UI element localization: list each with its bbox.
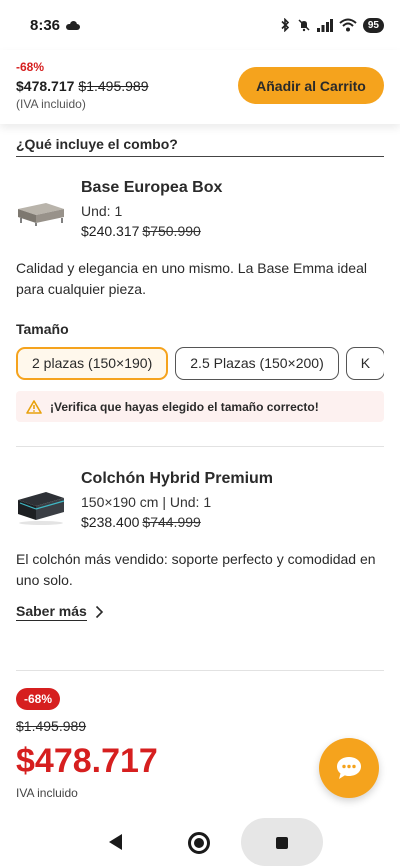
size-warning: ¡Verifica que hayas elegido el tamaño co… [16, 391, 384, 422]
summary-price: $478.717 [16, 742, 158, 780]
system-nav-bar [0, 812, 400, 866]
size-selector: 2 plazas (150×190) 2.5 Plazas (150×200) K [16, 347, 384, 381]
product-current-price: $240.317 [81, 223, 140, 239]
chat-icon [337, 757, 361, 779]
old-price: $1.495.989 [78, 78, 149, 94]
warning-icon [26, 399, 42, 414]
product-price: $238.400 $744.999 [81, 514, 273, 530]
recents-icon [276, 837, 288, 849]
status-icons: 95 [279, 17, 384, 33]
divider [16, 670, 384, 671]
chevron-right-icon [95, 605, 103, 619]
size-option-2-5-plazas[interactable]: 2.5 Plazas (150×200) [175, 347, 339, 380]
product-base-europea[interactable]: Base Europea Box Und: 1 $240.317 $750.990 [16, 179, 384, 243]
bluetooth-icon [281, 18, 290, 32]
product-colchon-hybrid[interactable]: Colchón Hybrid Premium 150×190 cm | Und:… [16, 470, 384, 534]
combo-heading: ¿Qué incluye el combo? [16, 136, 384, 157]
status-bar: 8:36 95 [0, 0, 400, 50]
product-description: Calidad y elegancia en uno mismo. La Bas… [16, 260, 367, 297]
product-current-price: $238.400 [81, 514, 140, 530]
product-old-price: $744.999 [142, 514, 201, 530]
status-time: 8:36 [30, 16, 61, 34]
product-quantity: Und: 1 [81, 203, 123, 219]
discount-label: -68% [16, 60, 45, 74]
battery-icon: 95 [362, 17, 384, 33]
add-to-cart-button[interactable]: Añadir al Carrito [238, 67, 384, 104]
product-info: Base Europea Box Und: 1 $240.317 $750.990 [81, 179, 222, 239]
price-row: $478.717 $1.495.989 [16, 78, 148, 94]
mattress-image [18, 492, 65, 525]
saber-mas-link[interactable]: Saber más [16, 603, 104, 621]
product-old-price: $750.990 [142, 223, 201, 239]
product-title: Base Europea Box [81, 179, 223, 196]
iva-note: (IVA incluido) [16, 97, 86, 111]
product-price: $240.317 $750.990 [81, 223, 222, 239]
summary-iva: IVA incluido [16, 786, 78, 800]
cloud-icon [66, 20, 81, 30]
product-description: El colchón más vendido: soporte perfecto… [16, 551, 376, 588]
size-option-king[interactable]: K [345, 347, 384, 380]
sticky-purchase-bar: -68% $478.717 $1.495.989 (IVA incluido) A… [0, 50, 400, 124]
home-icon[interactable] [188, 832, 210, 854]
bed-base-image [18, 203, 64, 226]
signal-icon [316, 18, 333, 32]
product-size-quantity: 150×190 cm | Und: 1 [81, 494, 212, 510]
saber-mas-label: Saber más [16, 603, 87, 621]
summary-old-price: $1.495.989 [16, 718, 87, 734]
size-option-2-plazas[interactable]: 2 plazas (150×190) [16, 347, 169, 380]
product-title: Colchón Hybrid Premium [81, 470, 274, 487]
chat-button[interactable] [319, 738, 379, 798]
divider [16, 446, 384, 447]
product-info: Colchón Hybrid Premium 150×190 cm | Und:… [81, 470, 273, 530]
mute-icon [298, 19, 310, 32]
back-icon[interactable] [108, 833, 124, 851]
wifi-icon [339, 18, 357, 32]
current-price: $478.717 [16, 78, 75, 94]
size-label: Tamaño [16, 321, 69, 337]
warning-text: ¡Verifica que hayas elegido el tamaño co… [50, 399, 319, 414]
discount-badge: -68% [16, 688, 61, 710]
